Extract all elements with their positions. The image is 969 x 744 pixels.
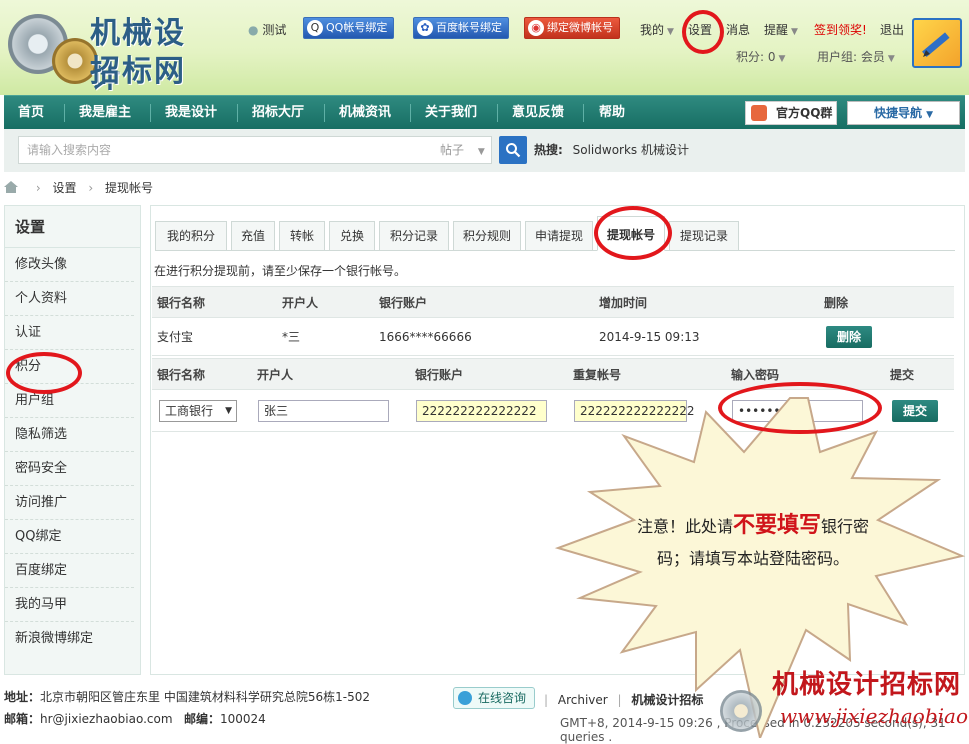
callout-text: 注意！此处请不要填写银行密码；请填写本站登陆密码。 (636, 513, 870, 568)
warning-callout (554, 397, 966, 738)
site-watermark: 机械设计招标网 www.jixiezhaobiao.com (720, 664, 969, 738)
gear-icon (720, 690, 762, 732)
